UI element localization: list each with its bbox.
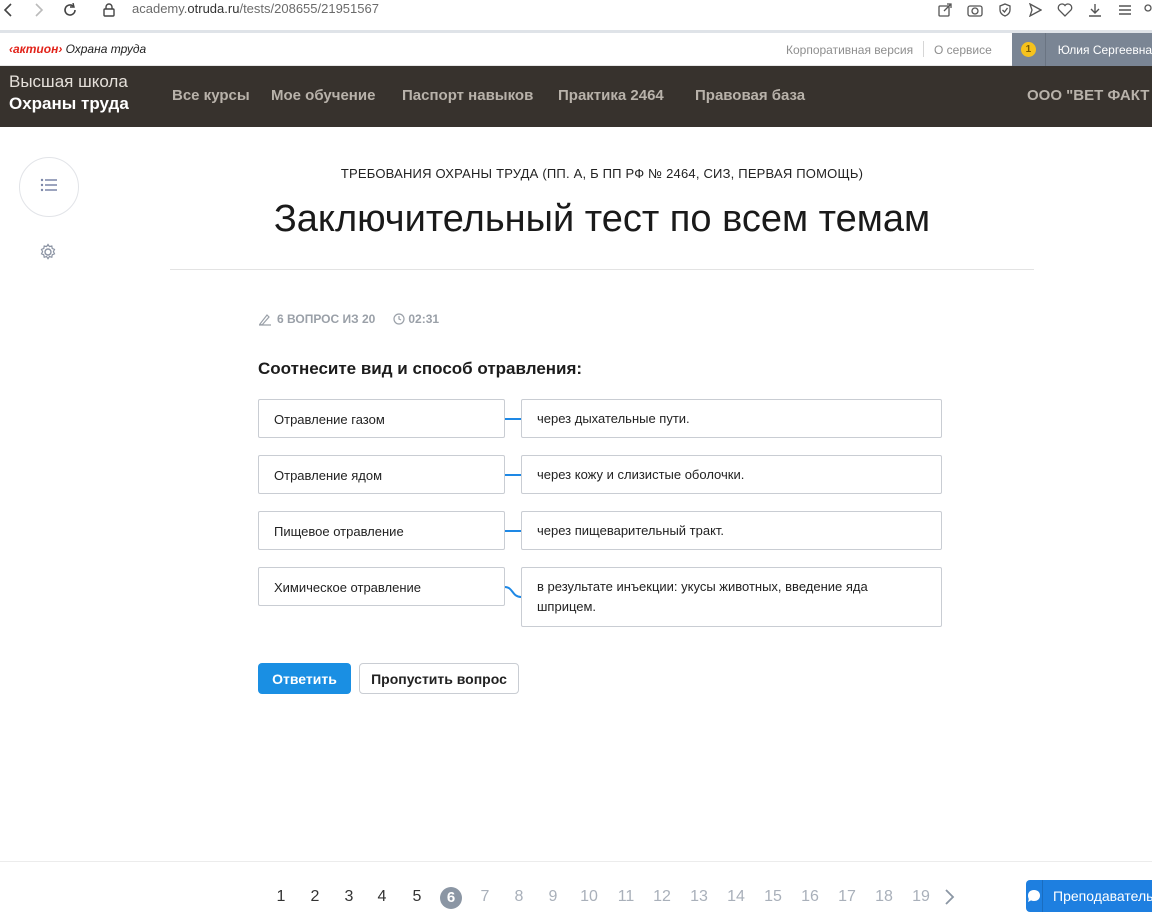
timer: 02:31	[408, 312, 440, 326]
page-link[interactable]: 5	[405, 888, 429, 906]
match-left-item[interactable]: Отравление ядом	[258, 455, 505, 494]
chevron-right-icon[interactable]	[943, 888, 959, 906]
share-icon[interactable]	[930, 0, 960, 20]
page-link[interactable]: 7	[473, 888, 497, 906]
match-right-item[interactable]: через кожу и слизистые оболочки.	[521, 455, 942, 494]
nav-practice[interactable]: Практика 2464	[558, 87, 664, 104]
skip-question-button[interactable]: Пропустить вопрос	[359, 663, 519, 694]
page-link[interactable]: 19	[909, 888, 933, 906]
school-name-line2[interactable]: Охраны труда	[9, 94, 129, 114]
match-connector	[505, 418, 521, 420]
user-menu[interactable]: 1 Юлия Сергеевна	[1012, 33, 1152, 66]
clock-icon	[393, 313, 405, 325]
url-path: /tests/208655/21951567	[239, 1, 379, 16]
match-right-item[interactable]: в результате инъекции: укусы животных, в…	[521, 567, 942, 627]
match-connector	[505, 474, 521, 476]
page-link[interactable]: 10	[577, 888, 601, 906]
question-text: Соотнесите вид и способ отравления:	[258, 359, 583, 378]
site-logo[interactable]: ‹актион› Охрана труда	[9, 42, 146, 56]
page-link[interactable]: 4	[370, 888, 394, 906]
url-prefix: academy.	[132, 1, 188, 16]
page-link[interactable]: 16	[798, 888, 822, 906]
question-meta: 6 ВОПРОС ИЗ 20 02:31	[258, 312, 439, 326]
teacher-button-label: Преподаватель	[1053, 888, 1152, 904]
pencil-icon	[258, 313, 272, 326]
url-domain: otruda.ru	[187, 1, 240, 16]
chat-icon	[1026, 880, 1043, 912]
logo-brand: ‹актион›	[9, 42, 63, 56]
corporate-version-link[interactable]: Корпоративная версия	[786, 43, 913, 57]
notification-button[interactable]: 1	[1012, 33, 1046, 66]
page-title: Заключительный тест по всем темам	[273, 198, 931, 240]
shield-icon[interactable]	[990, 0, 1020, 20]
teacher-chat-button[interactable]: Преподаватель	[1026, 880, 1152, 912]
organization-name[interactable]: ООО "ВЕТ ФАКТ	[1027, 87, 1149, 104]
address-bar[interactable]: academy.otruda.ru/tests/208655/21951567	[132, 1, 379, 16]
list-icon	[40, 178, 58, 197]
match-left-item[interactable]: Пищевое отравление	[258, 511, 505, 550]
page-link[interactable]: 17	[835, 888, 859, 906]
match-connector	[505, 586, 521, 598]
page-link[interactable]: 18	[872, 888, 896, 906]
page-link[interactable]: 12	[650, 888, 674, 906]
browser-toolbar: academy.otruda.ru/tests/208655/21951567	[0, 0, 1152, 30]
page-link[interactable]: 11	[614, 888, 638, 906]
page-link[interactable]: 13	[687, 888, 711, 906]
menu-icon[interactable]	[1110, 0, 1140, 20]
match-left-item[interactable]: Отравление газом	[258, 399, 505, 438]
settings-icon[interactable]	[39, 243, 57, 261]
user-name[interactable]: Юлия Сергеевна	[1046, 43, 1152, 57]
school-name-line1[interactable]: Высшая школа	[9, 72, 128, 92]
reload-icon[interactable]	[63, 0, 77, 20]
back-icon[interactable]	[3, 0, 13, 20]
nav-skills-passport[interactable]: Паспорт навыков	[402, 87, 533, 104]
page-link[interactable]: 14	[724, 888, 748, 906]
camera-icon[interactable]	[960, 0, 990, 20]
match-connector	[505, 530, 521, 532]
table-of-contents-button[interactable]	[19, 157, 79, 217]
answer-button[interactable]: Ответить	[258, 663, 351, 694]
page-link[interactable]: 1	[269, 888, 293, 906]
notification-badge: 1	[1020, 42, 1036, 57]
profile-icon[interactable]	[1140, 0, 1152, 20]
about-service-link[interactable]: О сервисе	[934, 43, 992, 57]
match-left-item[interactable]: Химическое отравление	[258, 567, 505, 606]
page-link[interactable]: 2	[303, 888, 327, 906]
nav-legal-base[interactable]: Правовая база	[695, 87, 805, 104]
main-navigation: Высшая школа Охраны труда Все курсы Мое …	[0, 66, 1152, 127]
nav-my-learning[interactable]: Мое обучение	[271, 87, 375, 104]
send-icon[interactable]	[1020, 0, 1050, 20]
page-link[interactable]: 9	[541, 888, 565, 906]
logo-subtitle: Охрана труда	[65, 42, 147, 56]
page-link[interactable]: 15	[761, 888, 785, 906]
site-topbar: ‹актион› Охрана труда Корпоративная верс…	[0, 33, 1152, 66]
divider	[923, 41, 924, 57]
page-link[interactable]: 8	[507, 888, 531, 906]
divider	[170, 269, 1034, 270]
download-icon[interactable]	[1080, 0, 1110, 20]
course-title: ТРЕБОВАНИЯ ОХРАНЫ ТРУДА (ПП. А, Б ПП РФ …	[340, 166, 864, 181]
nav-all-courses[interactable]: Все курсы	[172, 87, 250, 104]
question-progress: 6 ВОПРОС ИЗ 20	[277, 312, 376, 326]
lock-icon	[103, 0, 115, 20]
page-link[interactable]: 3	[337, 888, 361, 906]
match-right-item[interactable]: через дыхательные пути.	[521, 399, 942, 438]
heart-icon[interactable]	[1050, 0, 1080, 20]
forward-icon[interactable]	[34, 0, 44, 20]
match-right-item[interactable]: через пищеварительный тракт.	[521, 511, 942, 550]
question-pagination: 1 2 3 4 5 6 7 8 9 10 11 12 13 14 15 16 1…	[0, 861, 1152, 921]
page-link-current[interactable]: 6	[440, 887, 462, 909]
